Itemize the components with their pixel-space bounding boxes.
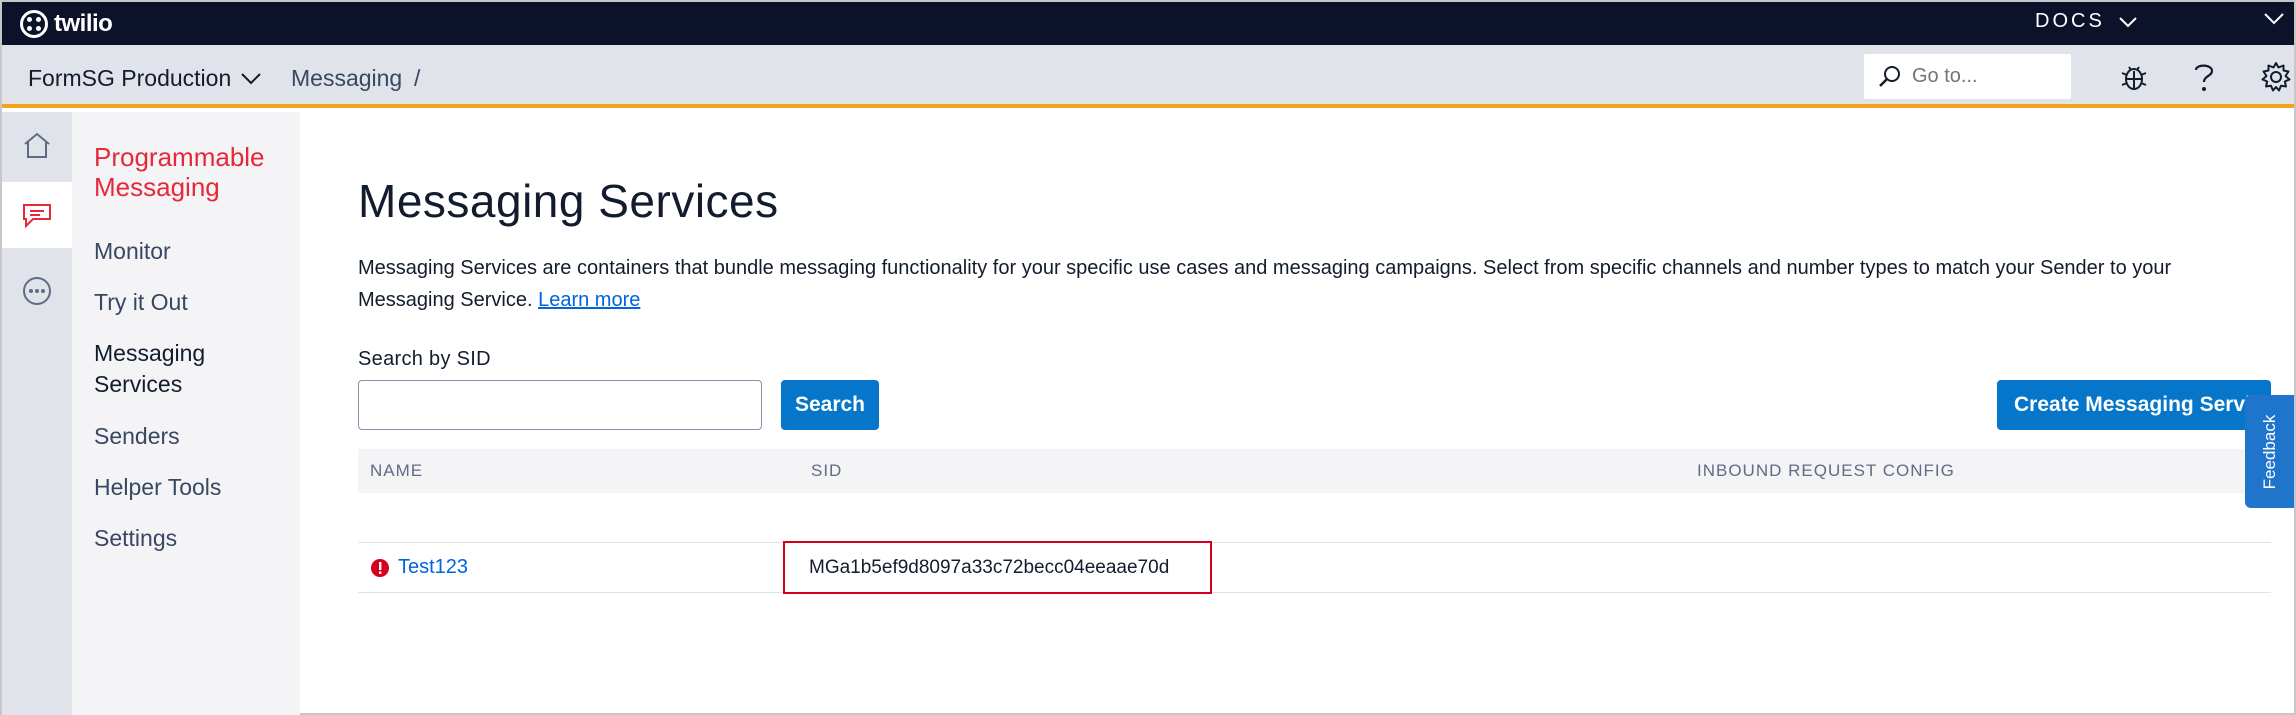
chevron-down-icon[interactable]	[2264, 12, 2284, 26]
learn-more-link[interactable]: Learn more	[538, 289, 640, 311]
rail-messaging[interactable]	[2, 182, 72, 248]
docs-label: DOCS	[2035, 10, 2105, 32]
home-icon	[24, 132, 50, 158]
main-content: Messaging Services Messaging Services ar…	[300, 112, 2294, 715]
rail-home[interactable]	[2, 112, 72, 178]
search-sid-label: Search by SID	[358, 348, 491, 370]
page-description: Messaging Services are containers that b…	[358, 252, 2258, 316]
table-row: Test123 MGa1b5ef9d8097a33c72becc04eeaae7…	[358, 541, 2271, 594]
product-rail	[2, 112, 72, 715]
project-switcher[interactable]: FormSG Production	[28, 65, 261, 92]
breadcrumb-messaging[interactable]: Messaging	[291, 65, 402, 92]
project-bar: FormSG Production Messaging /	[2, 45, 2294, 108]
service-name-link[interactable]: Test123	[398, 556, 468, 579]
goto-search[interactable]	[1864, 54, 2071, 99]
warning-icon	[371, 558, 389, 577]
brand-name: twilio	[54, 10, 113, 37]
search-sid-input[interactable]	[358, 380, 762, 430]
feedback-label: Feedback	[2259, 414, 2279, 489]
help-icon[interactable]	[2192, 61, 2216, 93]
column-inbound-request-config: INBOUND REQUEST CONFIG	[1697, 461, 1955, 480]
feedback-tab[interactable]: Feedback	[2245, 395, 2294, 508]
service-sid: MGa1b5ef9d8097a33c72becc04eeaae70d	[783, 541, 1212, 594]
page-title: Messaging Services	[358, 175, 779, 227]
breadcrumb-separator: /	[414, 65, 421, 91]
chevron-down-icon	[241, 73, 261, 85]
sidebar-item-try-it-out[interactable]: Try it Out	[94, 287, 284, 318]
column-sid: SID	[811, 461, 843, 480]
sidebar-item-monitor[interactable]: Monitor	[94, 236, 284, 267]
row-name-cell: Test123	[370, 556, 468, 579]
chevron-down-icon	[2119, 16, 2137, 27]
search-icon	[1879, 66, 1900, 87]
docs-menu[interactable]: DOCS	[2035, 10, 2137, 33]
more-icon	[23, 277, 51, 305]
sidebar-title[interactable]: Programmable Messaging	[94, 142, 294, 202]
product-sidebar: Programmable Messaging Monitor Try it Ou…	[72, 112, 300, 715]
project-name: FormSG Production	[28, 65, 232, 91]
goto-input[interactable]	[1910, 62, 2060, 90]
sidebar-item-messaging-services[interactable]: Messaging Services	[94, 338, 284, 400]
gear-icon[interactable]	[2260, 61, 2292, 93]
bug-icon[interactable]	[2119, 61, 2149, 93]
twilio-logo[interactable]: twilio	[20, 10, 113, 38]
top-bar: twilio DOCS	[2, 2, 2294, 45]
twilio-logo-icon	[20, 10, 48, 38]
sidebar-item-senders[interactable]: Senders	[94, 421, 284, 452]
messaging-icon	[23, 204, 51, 229]
sidebar-item-helper-tools[interactable]: Helper Tools	[94, 472, 284, 503]
rail-more[interactable]	[2, 258, 72, 324]
search-button[interactable]: Search	[781, 380, 879, 430]
table-header: NAME SID INBOUND REQUEST CONFIG	[358, 449, 2271, 493]
column-name: NAME	[370, 461, 424, 480]
create-messaging-service-button[interactable]: Create Messaging Service	[1997, 380, 2271, 430]
sidebar-item-settings[interactable]: Settings	[94, 523, 284, 554]
